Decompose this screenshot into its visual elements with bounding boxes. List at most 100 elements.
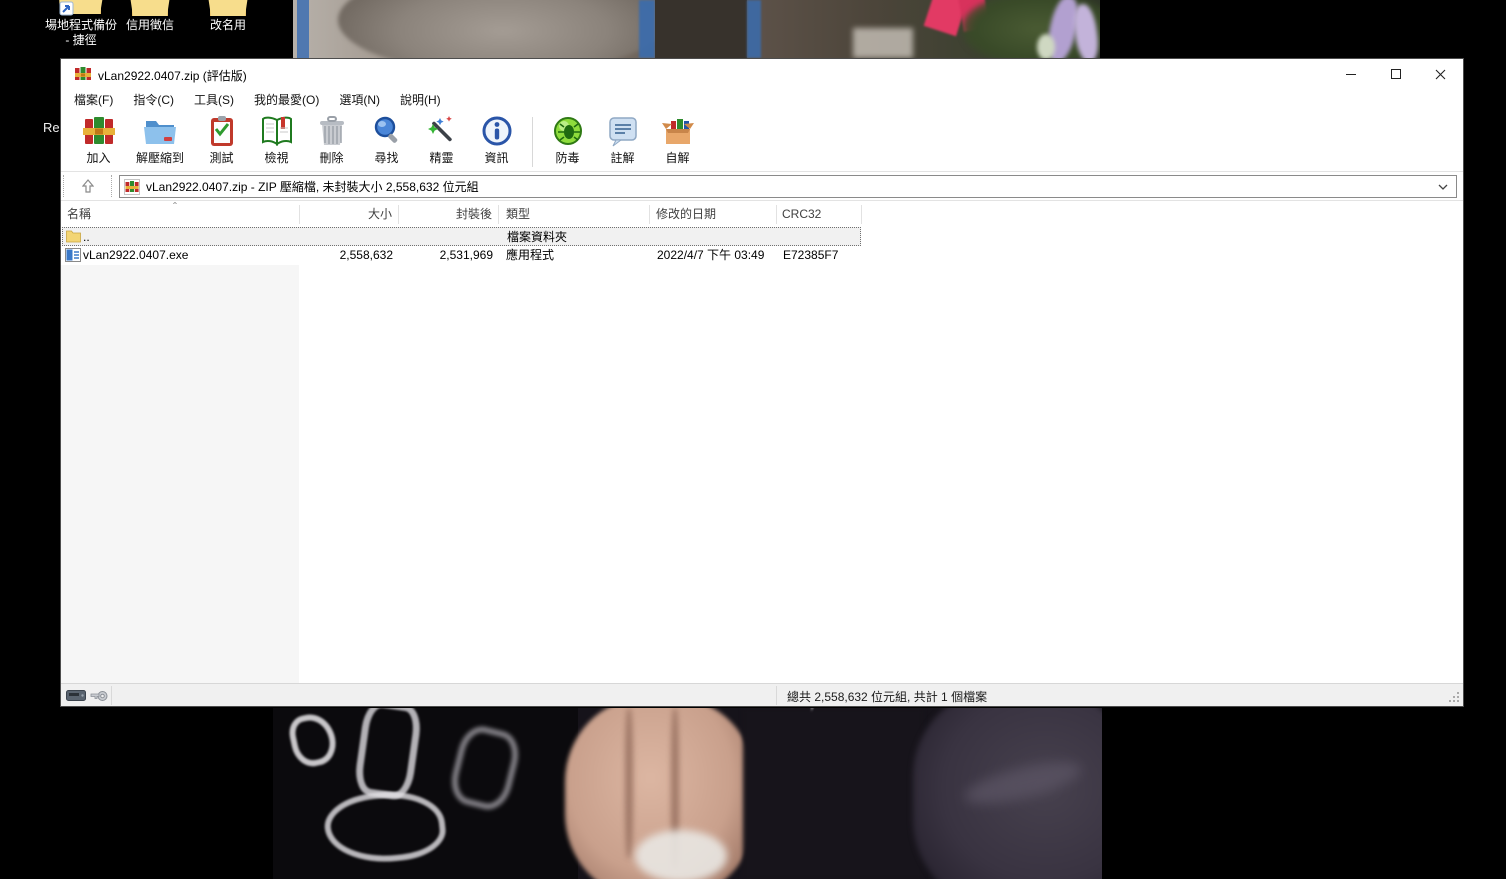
menu-bar: 檔案(F) 指令(C) 工具(S) 我的最愛(O) 選項(N) 說明(H) bbox=[61, 89, 1463, 111]
delete-button[interactable]: 刪除 bbox=[307, 115, 356, 166]
archive-path-text: vLan2922.0407.zip - ZIP 壓縮檔, 未封裝大小 2,558… bbox=[146, 180, 479, 194]
chevron-down-icon[interactable] bbox=[1437, 181, 1449, 193]
menu-commands[interactable]: 指令(C) bbox=[123, 89, 184, 111]
find-button[interactable]: 尋找 bbox=[362, 115, 411, 166]
extract-to-icon bbox=[144, 121, 176, 144]
cell-type: 應用程式 bbox=[506, 248, 555, 262]
photo-blue-frame-icon bbox=[639, 0, 655, 58]
toolbar-label: 防毒 bbox=[555, 151, 580, 165]
archive-path-combobox[interactable]: vLan2922.0407.zip - ZIP 壓縮檔, 未封裝大小 2,558… bbox=[119, 175, 1457, 198]
column-header-type[interactable]: 類型 bbox=[506, 203, 646, 226]
list-row-exe-file[interactable]: vLan2922.0407.exe 2,558,632 2,531,969 應用… bbox=[62, 246, 861, 265]
list-header: ˆ 名稱 大小 封裝後 類型 修改的日期 CRC32 bbox=[61, 200, 1463, 226]
wizard-button[interactable]: 精靈 bbox=[417, 115, 466, 166]
test-button[interactable]: 測試 bbox=[197, 115, 246, 166]
menu-favorites[interactable]: 我的最愛(O) bbox=[244, 89, 329, 111]
column-separator[interactable] bbox=[498, 205, 499, 224]
key-status-icon[interactable] bbox=[90, 690, 108, 702]
file-list: ˆ 名稱 大小 封裝後 類型 修改的日期 CRC32 .. 檔案資料夾 vLan… bbox=[61, 200, 1463, 685]
cell-modified: 2022/4/7 下午 03:49 bbox=[657, 248, 765, 262]
view-icon bbox=[261, 116, 292, 146]
toolbar-separator bbox=[532, 117, 533, 167]
test-icon bbox=[210, 116, 233, 146]
status-bar: 總共 2,558,632 位元組, 共計 1 個檔案 bbox=[61, 683, 1463, 706]
toolbar-label: 加入 bbox=[86, 151, 111, 165]
rebar-grip[interactable] bbox=[111, 175, 112, 197]
menu-file[interactable]: 檔案(F) bbox=[64, 89, 123, 111]
virus-scan-button[interactable]: 防毒 bbox=[543, 115, 592, 166]
partial-desktop-icon-label[interactable]: Re bbox=[43, 120, 60, 135]
minimize-icon bbox=[1345, 73, 1356, 75]
photo-finger-shadow-icon bbox=[625, 708, 633, 858]
toolbar-label: 尋找 bbox=[374, 151, 399, 165]
toolbar-label: 解壓縮到 bbox=[135, 151, 184, 165]
drive-status-icon[interactable] bbox=[66, 690, 86, 701]
folder-docs-icon bbox=[130, 0, 170, 16]
info-icon bbox=[482, 116, 511, 146]
winrar-app-icon bbox=[75, 67, 91, 80]
toolbar-label: 自解 bbox=[665, 151, 690, 165]
column-separator[interactable] bbox=[861, 205, 862, 224]
cell-name: .. bbox=[83, 230, 90, 244]
toolbar: 加入 解壓縮到 測試 檢視 刪除 尋找 精靈 資訊 防毒 註解 自解 bbox=[61, 111, 1463, 172]
comment-button[interactable]: 註解 bbox=[598, 115, 647, 166]
desktop-icon-label: 改名用 bbox=[209, 18, 246, 32]
info-button[interactable]: 資訊 bbox=[472, 115, 521, 166]
menu-options[interactable]: 選項(N) bbox=[329, 89, 390, 111]
resize-grip[interactable] bbox=[1449, 692, 1461, 704]
close-button[interactable] bbox=[1418, 59, 1463, 89]
sorted-column-band bbox=[61, 265, 299, 685]
photo-awning-icon bbox=[853, 28, 913, 58]
minimize-button[interactable] bbox=[1328, 59, 1373, 89]
desktop-icon-rename-folder[interactable]: 改名用 bbox=[192, 0, 264, 33]
add-archive-icon bbox=[82, 117, 115, 144]
sfx-icon bbox=[661, 119, 694, 144]
desktop-icon-label: 信用徵信 bbox=[125, 18, 174, 32]
desktop-icon-credit-check[interactable]: 信用徵信 bbox=[112, 0, 188, 33]
column-separator[interactable] bbox=[398, 205, 399, 224]
folder-icon bbox=[208, 0, 248, 16]
cell-packed: 2,531,969 bbox=[439, 248, 493, 262]
statusbar-separator bbox=[776, 686, 777, 705]
column-separator[interactable] bbox=[776, 205, 777, 224]
application-file-icon bbox=[65, 248, 81, 262]
wizard-icon bbox=[427, 116, 452, 142]
find-icon bbox=[374, 116, 397, 143]
extract-to-button[interactable]: 解壓縮到 bbox=[129, 115, 191, 166]
photo-doorway-icon bbox=[655, 0, 747, 58]
sfx-button[interactable]: 自解 bbox=[653, 115, 702, 166]
desktop-wallpaper-bottom-photo bbox=[273, 708, 1102, 879]
view-button[interactable]: 檢視 bbox=[252, 115, 301, 166]
photo-flower-icon bbox=[1037, 34, 1055, 58]
toolbar-label: 註解 bbox=[610, 151, 635, 165]
column-separator[interactable] bbox=[299, 205, 300, 224]
column-header-packed[interactable]: 封裝後 bbox=[401, 203, 492, 226]
toolbar-label: 測試 bbox=[209, 151, 234, 165]
desktop-icon-label: - 捷徑 bbox=[65, 33, 97, 47]
title-bar[interactable]: vLan2922.0407.zip (評估版) bbox=[61, 59, 1463, 89]
photo-hair-icon bbox=[338, 0, 668, 58]
address-bar-row: vLan2922.0407.zip - ZIP 壓縮檔, 未封裝大小 2,558… bbox=[61, 172, 1463, 201]
maximize-button[interactable] bbox=[1373, 59, 1418, 89]
cell-crc32: E72385F7 bbox=[783, 248, 839, 262]
column-header-name[interactable]: 名稱 bbox=[67, 203, 297, 226]
menu-tools[interactable]: 工具(S) bbox=[184, 89, 244, 111]
column-header-crc32[interactable]: CRC32 bbox=[782, 203, 857, 226]
add-button[interactable]: 加入 bbox=[74, 115, 123, 166]
column-header-size[interactable]: 大小 bbox=[301, 203, 392, 226]
toolbar-label: 精靈 bbox=[429, 151, 454, 165]
list-row-parent-dir[interactable]: .. 檔案資料夾 bbox=[62, 227, 861, 246]
column-header-modified[interactable]: 修改的日期 bbox=[656, 203, 771, 226]
column-separator[interactable] bbox=[649, 205, 650, 224]
toolbar-label: 資訊 bbox=[484, 151, 509, 165]
menu-help[interactable]: 說明(H) bbox=[390, 89, 451, 111]
photo-blue-frame-icon bbox=[747, 0, 761, 58]
photo-knife-icon bbox=[635, 830, 727, 879]
delete-icon bbox=[319, 116, 344, 145]
desktop-wallpaper-top-photo bbox=[293, 0, 1100, 58]
comment-icon bbox=[608, 117, 637, 147]
toolbar-label: 檢視 bbox=[264, 151, 289, 165]
close-icon bbox=[1435, 69, 1446, 79]
up-directory-button[interactable] bbox=[69, 174, 107, 198]
rebar-grip[interactable] bbox=[63, 175, 64, 197]
